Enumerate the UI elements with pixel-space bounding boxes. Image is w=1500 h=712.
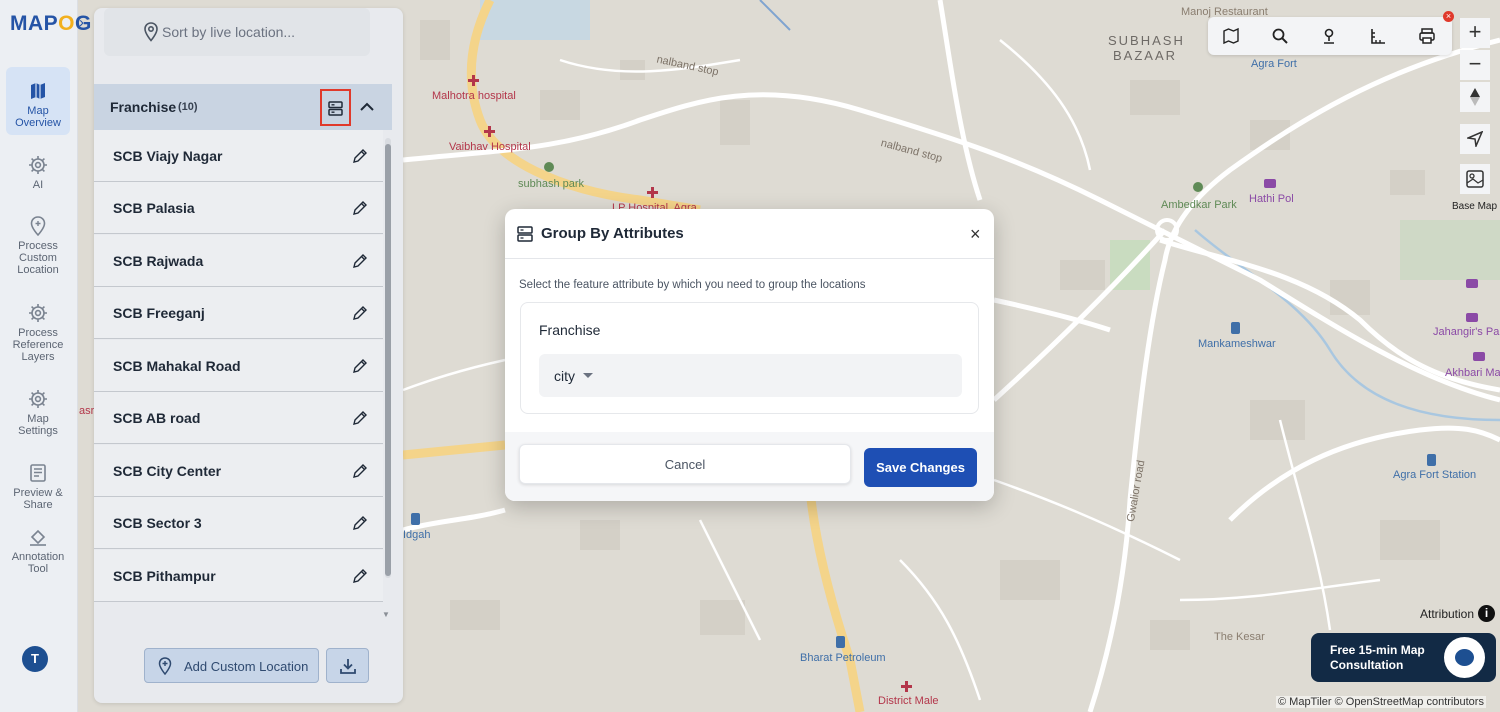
group-by-icon [517,226,533,242]
save-changes-button[interactable]: Save Changes [864,448,977,487]
close-icon[interactable]: × [970,224,981,245]
modal-overlay: Group By Attributes × Select the feature… [0,0,1500,712]
dialog-description: Select the feature attribute by which yo… [519,279,866,291]
cancel-button[interactable]: Cancel [519,444,851,484]
attribute-select[interactable]: city [539,354,962,397]
layer-name-label: Franchise [539,322,601,338]
attribute-card: Franchise city [520,302,979,414]
attribute-select-value: city [554,368,575,384]
caret-down-icon [583,373,593,378]
dialog-header: Group By Attributes × [505,209,994,259]
dialog-title: Group By Attributes [541,225,684,242]
dialog-footer: Cancel Save Changes [505,432,994,501]
group-by-attributes-dialog: Group By Attributes × Select the feature… [505,209,994,501]
